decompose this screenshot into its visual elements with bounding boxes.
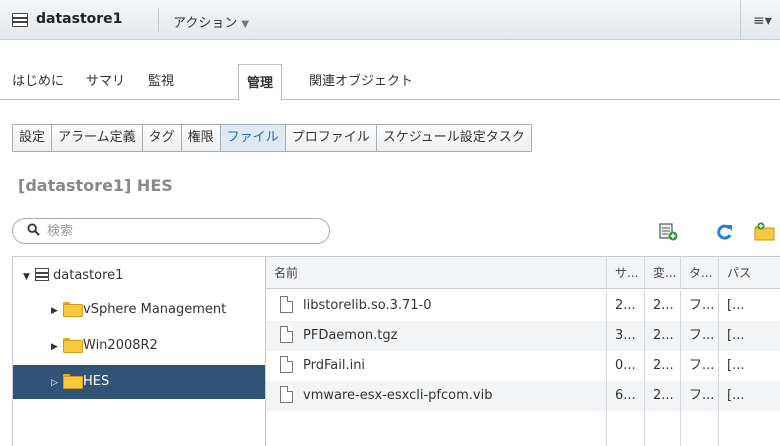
view-menu-button[interactable]: ≡▾ xyxy=(740,0,780,40)
tab-getting-started[interactable]: はじめに xyxy=(12,70,64,89)
tab-manage[interactable]: 管理 xyxy=(238,64,283,101)
file-modified-cell: 2... xyxy=(644,381,680,411)
subtab-settings[interactable]: 設定 xyxy=(13,125,53,151)
folder-tree: ▼ datastore1 ▶ vSphere Management ▶ Win2008… xyxy=(12,256,266,446)
tree-item-win2008r2[interactable]: ▶ Win2008R2 xyxy=(13,329,265,364)
tab-summary[interactable]: サマリ xyxy=(86,70,125,89)
object-title: datastore1 xyxy=(36,11,123,27)
new-folder-icon[interactable] xyxy=(754,222,776,242)
file-size-cell: 3... xyxy=(606,321,644,351)
subtab-permissions[interactable]: 権限 xyxy=(181,125,221,151)
folder-icon xyxy=(63,374,83,389)
file-name-cell: PFDaemon.tgz xyxy=(266,321,606,351)
collapsed-arrow-icon[interactable]: ▷ xyxy=(51,366,63,400)
header-divider xyxy=(158,8,159,32)
tree-item-hes[interactable]: ▷ HES xyxy=(13,365,265,400)
file-size-cell: 2... xyxy=(606,291,644,321)
subtab-files[interactable]: ファイル xyxy=(220,125,286,151)
tree-item-vsphere-management[interactable]: ▶ vSphere Management xyxy=(13,293,265,328)
file-name: PrdFail.ini xyxy=(303,358,366,373)
table-row[interactable]: libstorelib.so.3.71-0 2... 2... フ... [..… xyxy=(266,291,780,321)
file-name: vmware-esx-esxcli-pfcom.vib xyxy=(303,388,493,403)
search-icon xyxy=(27,223,40,239)
file-name-cell: libstorelib.so.3.71-0 xyxy=(266,291,606,321)
file-icon xyxy=(280,296,293,313)
chevron-down-icon: ▼ xyxy=(241,19,250,30)
collapsed-arrow-icon[interactable]: ▶ xyxy=(51,330,63,364)
file-type-cell: フ... xyxy=(680,291,718,321)
new-file-icon[interactable] xyxy=(658,222,680,242)
column-header-size[interactable]: サ... xyxy=(606,257,644,289)
file-name-cell: PrdFail.ini xyxy=(266,351,606,381)
file-size-cell: 6... xyxy=(606,381,644,411)
search-box xyxy=(12,218,330,244)
column-header-path[interactable]: パス xyxy=(718,257,780,289)
file-name: libstorelib.so.3.71-0 xyxy=(303,298,432,313)
main-tabs: はじめに サマリ 監視 管理 関連オブジェクト xyxy=(0,60,780,101)
tab-related-objects[interactable]: 関連オブジェクト xyxy=(309,70,413,89)
actions-menu[interactable]: アクション ▼ xyxy=(173,12,249,31)
file-icon xyxy=(280,356,293,373)
file-list-header: 名前 サ... 変... タ... パス xyxy=(266,257,780,289)
tree-item-label: datastore1 xyxy=(53,268,124,283)
file-path-cell: [... xyxy=(718,381,780,411)
object-header: datastore1 アクション ▼ ≡▾ xyxy=(0,0,780,40)
file-path-cell: [... xyxy=(718,291,780,321)
tree-item-datastore1[interactable]: ▼ datastore1 xyxy=(13,259,265,294)
tree-item-label: Win2008R2 xyxy=(83,338,158,353)
tree-item-label: vSphere Management xyxy=(83,302,227,317)
subtab-alarm-definitions[interactable]: アラーム定義 xyxy=(52,125,143,151)
file-list: 名前 サ... 変... タ... パス libstorelib.so.3.71… xyxy=(266,256,780,446)
subtab-profiles[interactable]: プロファイル xyxy=(285,125,377,151)
file-path-cell: [... xyxy=(718,321,780,351)
file-modified-cell: 2... xyxy=(644,291,680,321)
file-name-cell: vmware-esx-esxcli-pfcom.vib xyxy=(266,381,606,411)
table-row[interactable]: PFDaemon.tgz 3... 2... フ... [... xyxy=(266,321,780,351)
file-name: PFDaemon.tgz xyxy=(303,328,398,343)
file-type-cell: フ... xyxy=(680,321,718,351)
actions-label: アクション xyxy=(173,16,238,31)
datastore-icon xyxy=(12,13,28,27)
menu-icon: ≡▾ xyxy=(753,13,772,29)
file-modified-cell: 2... xyxy=(644,351,680,381)
table-row[interactable]: PrdFail.ini 0... 2... フ... [... xyxy=(266,351,780,381)
file-path-cell: [... xyxy=(718,351,780,381)
column-header-name[interactable]: 名前 xyxy=(266,257,606,289)
refresh-icon[interactable] xyxy=(714,222,736,242)
subtab-tags[interactable]: タグ xyxy=(142,125,182,151)
column-header-modified[interactable]: 変... xyxy=(644,257,680,289)
file-type-cell: フ... xyxy=(680,351,718,381)
manage-subtabs: 設定 アラーム定義 タグ 権限 ファイル プロファイル スケジュール設定タスク xyxy=(12,124,532,152)
file-icon xyxy=(280,326,293,343)
tree-item-label: HES xyxy=(83,374,110,389)
file-icon xyxy=(280,386,293,403)
expanded-arrow-icon[interactable]: ▼ xyxy=(23,260,35,294)
file-size-cell: 0... xyxy=(606,351,644,381)
folder-icon xyxy=(63,302,83,317)
column-header-type[interactable]: タ... xyxy=(680,257,718,289)
empty-row xyxy=(266,411,780,446)
file-type-cell: フ... xyxy=(680,381,718,411)
folder-icon xyxy=(63,338,83,353)
table-row[interactable]: vmware-esx-esxcli-pfcom.vib 6... 2... フ.… xyxy=(266,381,780,411)
collapsed-arrow-icon[interactable]: ▶ xyxy=(51,294,63,328)
subtab-scheduled-tasks[interactable]: スケジュール設定タスク xyxy=(376,125,531,151)
folder-path-title: [datastore1] HES xyxy=(18,176,173,195)
datastore-icon xyxy=(35,268,49,281)
tab-monitor[interactable]: 監視 xyxy=(148,70,174,89)
search-input[interactable] xyxy=(47,222,317,240)
file-modified-cell: 2... xyxy=(644,321,680,351)
